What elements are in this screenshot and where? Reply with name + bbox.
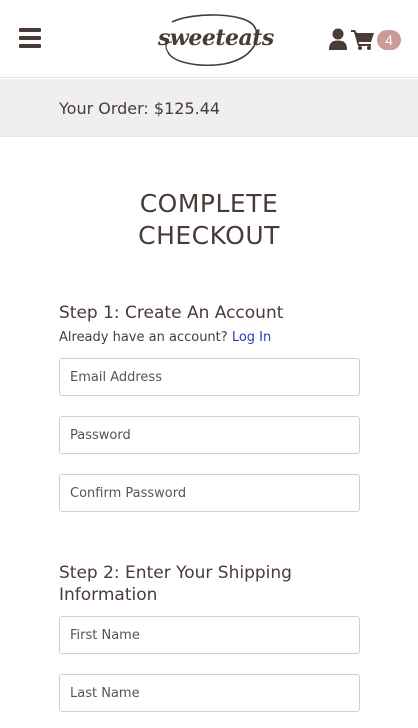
user-icon[interactable] <box>328 28 348 50</box>
order-total-text: Your Order: $125.44 <box>59 99 221 118</box>
order-summary-bar: Your Order: $125.44 <box>0 79 418 137</box>
password-field[interactable] <box>59 416 360 454</box>
login-prompt-text: Already have an account? <box>59 330 228 345</box>
login-link[interactable]: Log In <box>232 330 271 345</box>
last-name-field[interactable] <box>59 674 360 712</box>
site-header: sweeteats 4 <box>0 0 418 78</box>
first-name-field[interactable] <box>59 616 360 654</box>
logo-text: sweeteats <box>158 25 274 51</box>
page-title: COMPLETE CHECKOUT <box>0 188 418 252</box>
hamburger-menu-icon[interactable] <box>19 28 41 48</box>
login-prompt: Already have an account? Log In <box>59 330 271 345</box>
page-title-line2: CHECKOUT <box>138 221 280 250</box>
sweeteats-logo[interactable]: sweeteats <box>158 12 274 67</box>
page-title-line1: COMPLETE <box>139 189 279 218</box>
step2-title: Step 2: Enter Your Shipping Information <box>59 563 292 605</box>
step1-title: Step 1: Create An Account <box>59 303 284 323</box>
shopping-cart-icon[interactable] <box>351 28 375 50</box>
confirm-password-field[interactable] <box>59 474 360 512</box>
cart-count-badge[interactable]: 4 <box>377 30 401 50</box>
email-field[interactable] <box>59 358 360 396</box>
